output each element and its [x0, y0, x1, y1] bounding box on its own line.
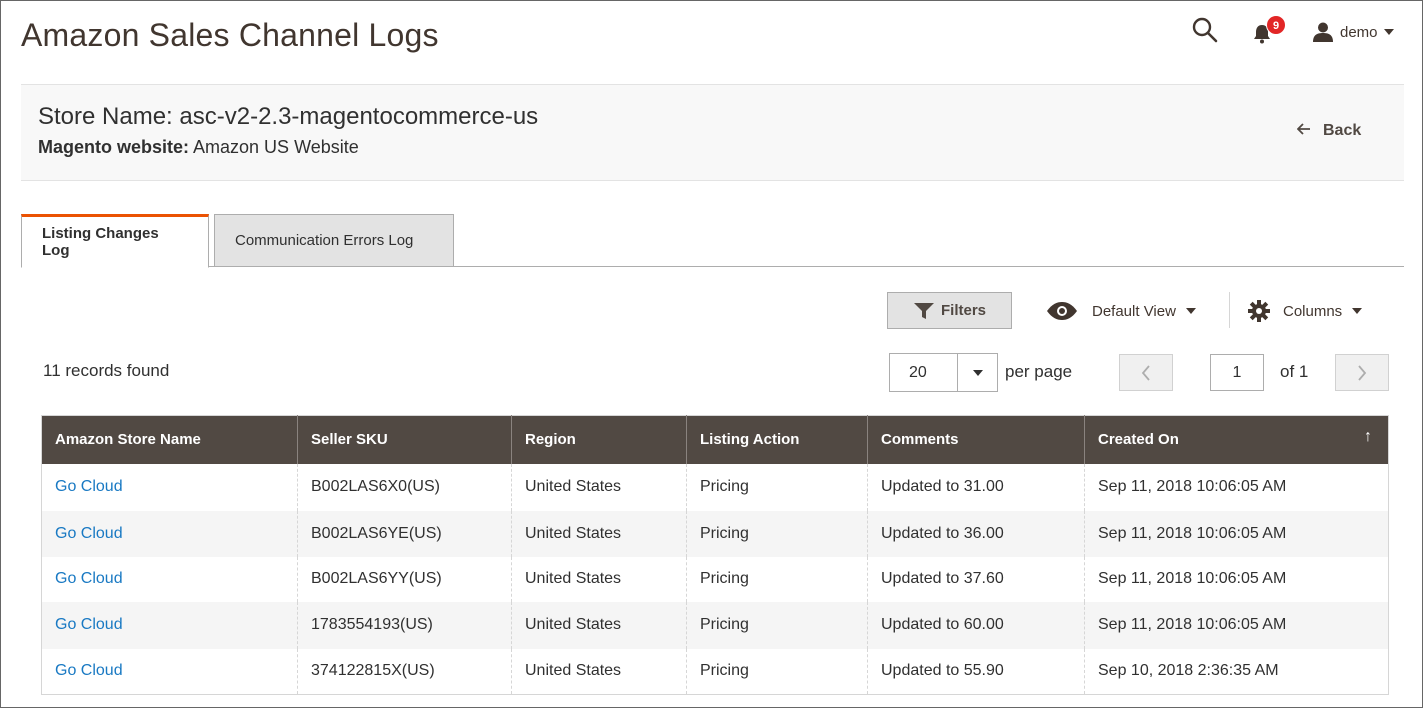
table-row: Go Cloud B002LAS6YY(US) United States Pr…: [41, 556, 1389, 602]
page-of-label: of 1: [1280, 362, 1309, 381]
column-header-amazon-store-name[interactable]: Amazon Store Name: [41, 415, 298, 464]
created-on-cell: Sep 10, 2018 2:36:35 AM: [1084, 648, 1389, 695]
per-page-label: per page: [1005, 362, 1073, 381]
back-label: Back: [1323, 122, 1362, 139]
column-header-created-on[interactable]: Created On ↑: [1084, 415, 1389, 464]
chevron-down-icon: [1383, 29, 1394, 35]
table-row: Go Cloud B002LAS6YE(US) United States Pr…: [41, 510, 1389, 557]
sort-ascending-icon: ↑: [1364, 428, 1372, 445]
created-on-cell: Sep 11, 2018 10:06:05 AM: [1084, 556, 1389, 602]
listing-changes-grid: Amazon Store Name Seller SKU Region List…: [41, 415, 1389, 695]
region-cell: United States: [511, 648, 687, 695]
seller-sku-cell: 1783554193(US): [297, 601, 512, 649]
comments-cell: Updated to 37.60: [867, 556, 1085, 602]
store-name-link[interactable]: Go Cloud: [55, 662, 123, 679]
region-cell: United States: [511, 463, 687, 511]
notifications-button[interactable]: 9: [1252, 15, 1288, 47]
store-name-link[interactable]: Go Cloud: [55, 616, 123, 633]
store-name-link[interactable]: Go Cloud: [55, 570, 123, 587]
store-name-link[interactable]: Go Cloud: [55, 478, 123, 495]
created-on-label: Created On: [1098, 431, 1179, 449]
per-page-select[interactable]: 20: [889, 353, 998, 392]
region-cell: United States: [511, 556, 687, 602]
eye-icon: [1047, 302, 1077, 320]
toolbar-divider: [1229, 292, 1230, 328]
table-row: Go Cloud B002LAS6X0(US) United States Pr…: [41, 463, 1389, 511]
per-page-toggle[interactable]: [957, 354, 997, 391]
comments-cell: Updated to 31.00: [867, 463, 1085, 511]
listing-action-cell: Pricing: [686, 648, 868, 695]
records-found: 11 records found: [43, 361, 170, 380]
table-row: Go Cloud 374122815X(US) United States Pr…: [41, 648, 1389, 695]
default-view-dropdown[interactable]: Default View: [1046, 294, 1196, 328]
region-cell: United States: [511, 510, 687, 557]
previous-page-button[interactable]: [1119, 354, 1173, 391]
chevron-down-icon: [1352, 308, 1363, 314]
listing-action-cell: Pricing: [686, 510, 868, 557]
store-name: Store Name: asc-v2-2.3-magentocommerce-u…: [38, 103, 539, 130]
comments-cell: Updated to 55.90: [867, 648, 1085, 695]
search-button[interactable]: [1192, 17, 1222, 47]
search-icon: [1192, 17, 1218, 43]
created-on-cell: Sep 11, 2018 10:06:05 AM: [1084, 510, 1389, 557]
table-row: Go Cloud 1783554193(US) United States Pr…: [41, 601, 1389, 649]
seller-sku-cell: B002LAS6YE(US): [297, 510, 512, 557]
chevron-right-icon: [1358, 364, 1367, 381]
comments-cell: Updated to 36.00: [867, 510, 1085, 557]
user-menu[interactable]: demo: [1312, 17, 1394, 47]
website-label: Magento website:: [38, 137, 190, 157]
store-info-panel: Store Name: asc-v2-2.3-magentocommerce-u…: [21, 84, 1404, 181]
funnel-icon: [913, 302, 934, 319]
column-header-region[interactable]: Region: [511, 415, 687, 464]
website-value: Amazon US Website: [189, 137, 359, 157]
tab-listing-changes-log[interactable]: Listing Changes Log: [21, 214, 209, 268]
user-name: demo: [1340, 23, 1378, 41]
column-header-listing-action[interactable]: Listing Action: [686, 415, 868, 464]
chevron-down-icon: [1185, 308, 1196, 314]
seller-sku-cell: B002LAS6YY(US): [297, 556, 512, 602]
column-header-seller-sku[interactable]: Seller SKU: [297, 415, 512, 464]
store-website: Magento website: Amazon US Website: [38, 137, 359, 158]
listing-action-cell: Pricing: [686, 556, 868, 602]
comments-cell: Updated to 60.00: [867, 601, 1085, 649]
column-header-comments[interactable]: Comments: [867, 415, 1085, 464]
store-name-link[interactable]: Go Cloud: [55, 525, 123, 542]
listing-action-cell: Pricing: [686, 463, 868, 511]
listing-action-cell: Pricing: [686, 601, 868, 649]
next-page-button[interactable]: [1335, 354, 1389, 391]
per-page-value: 20: [909, 364, 927, 381]
user-icon: [1313, 22, 1333, 42]
columns-dropdown[interactable]: Columns: [1247, 294, 1363, 328]
view-label: Default View: [1092, 302, 1176, 320]
page-title: Amazon Sales Channel Logs: [21, 17, 439, 53]
chevron-down-icon: [972, 369, 983, 376]
current-page-input[interactable]: [1210, 354, 1264, 391]
filters-button[interactable]: Filters: [887, 292, 1012, 329]
gear-icon: [1248, 300, 1270, 322]
back-button[interactable]: Back: [1296, 122, 1362, 140]
seller-sku-cell: B002LAS6X0(US): [297, 463, 512, 511]
chevron-left-icon: [1141, 364, 1150, 381]
seller-sku-cell: 374122815X(US): [297, 648, 512, 695]
log-tabs: Listing Changes Log Communication Errors…: [21, 214, 1404, 268]
tab-communication-errors-log[interactable]: Communication Errors Log: [214, 214, 454, 267]
created-on-cell: Sep 11, 2018 10:06:05 AM: [1084, 601, 1389, 649]
created-on-cell: Sep 11, 2018 10:06:05 AM: [1084, 463, 1389, 511]
grid-header-row: Amazon Store Name Seller SKU Region List…: [41, 415, 1389, 464]
filters-label: Filters: [940, 302, 986, 319]
notification-badge: 9: [1266, 15, 1286, 35]
arrow-left-icon: [1296, 122, 1311, 140]
region-cell: United States: [511, 601, 687, 649]
columns-label: Columns: [1283, 302, 1343, 320]
